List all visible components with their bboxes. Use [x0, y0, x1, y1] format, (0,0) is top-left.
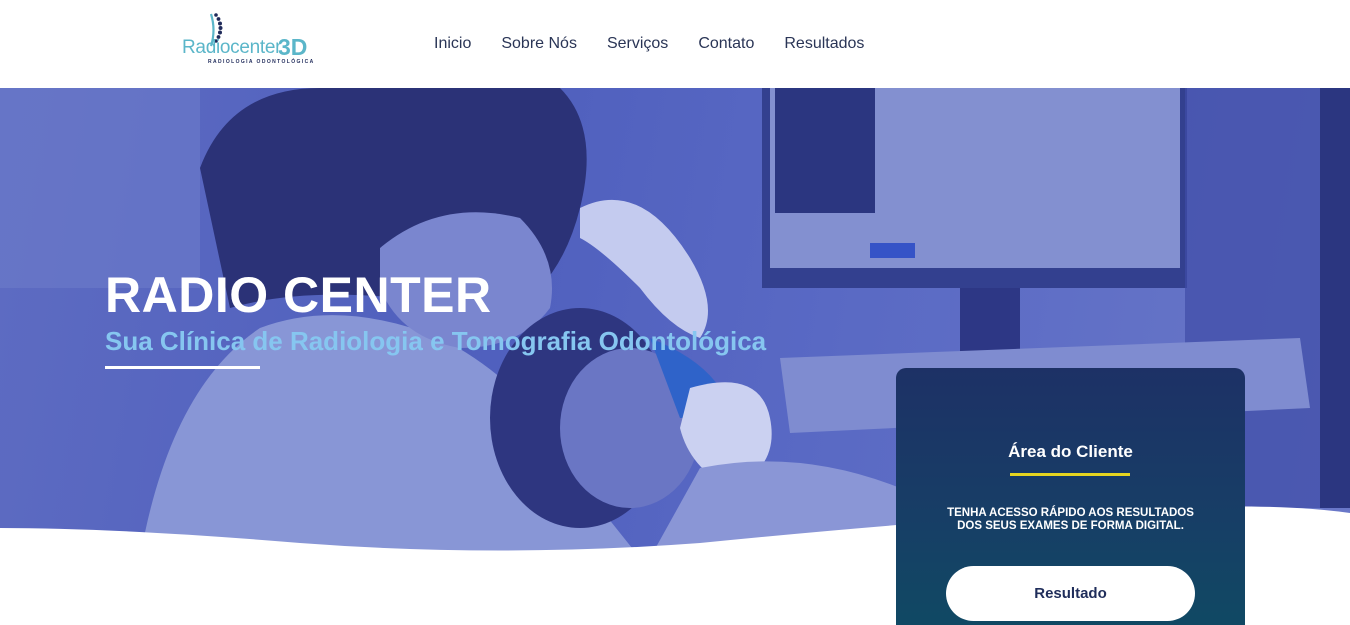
nav-item-resultados[interactable]: Resultados	[784, 35, 864, 53]
client-area-card: Área do Cliente TENHA ACESSO RÁPIDO AOS …	[896, 368, 1245, 625]
brand-name: Radiocenter	[182, 37, 282, 58]
nav-item-inicio[interactable]: Inicio	[434, 35, 471, 53]
nav-item-sobre-nos[interactable]: Sobre Nós	[501, 35, 577, 53]
main-nav: Inicio Sobre Nós Serviços Contato Result…	[434, 35, 864, 53]
nav-item-contato[interactable]: Contato	[698, 35, 754, 53]
client-area-divider	[1010, 473, 1130, 476]
hero-title: RADIO CENTER	[105, 267, 492, 323]
client-area-title: Área do Cliente	[1008, 442, 1133, 461]
resultado-button[interactable]: Resultado	[946, 566, 1195, 621]
brand-suffix: 3D	[278, 34, 308, 60]
nav-item-servicos[interactable]: Serviços	[607, 35, 668, 53]
hero-underline-divider	[105, 366, 260, 369]
brand-tagline: RADIOLOGIA ODONTOLÓGICA	[208, 59, 315, 65]
client-area-description: TENHA ACESSO RÁPIDO AOS RESULTADOS DOS S…	[947, 507, 1194, 532]
hero-subtitle: Sua Clínica de Radiologia e Tomografia O…	[105, 326, 767, 356]
brand-logo[interactable]: Radiocenter 3D RADIOLOGIA ODONTOLÓGICA	[182, 12, 317, 68]
site-header: Radiocenter 3D RADIOLOGIA ODONTOLÓGICA I…	[0, 0, 1350, 88]
